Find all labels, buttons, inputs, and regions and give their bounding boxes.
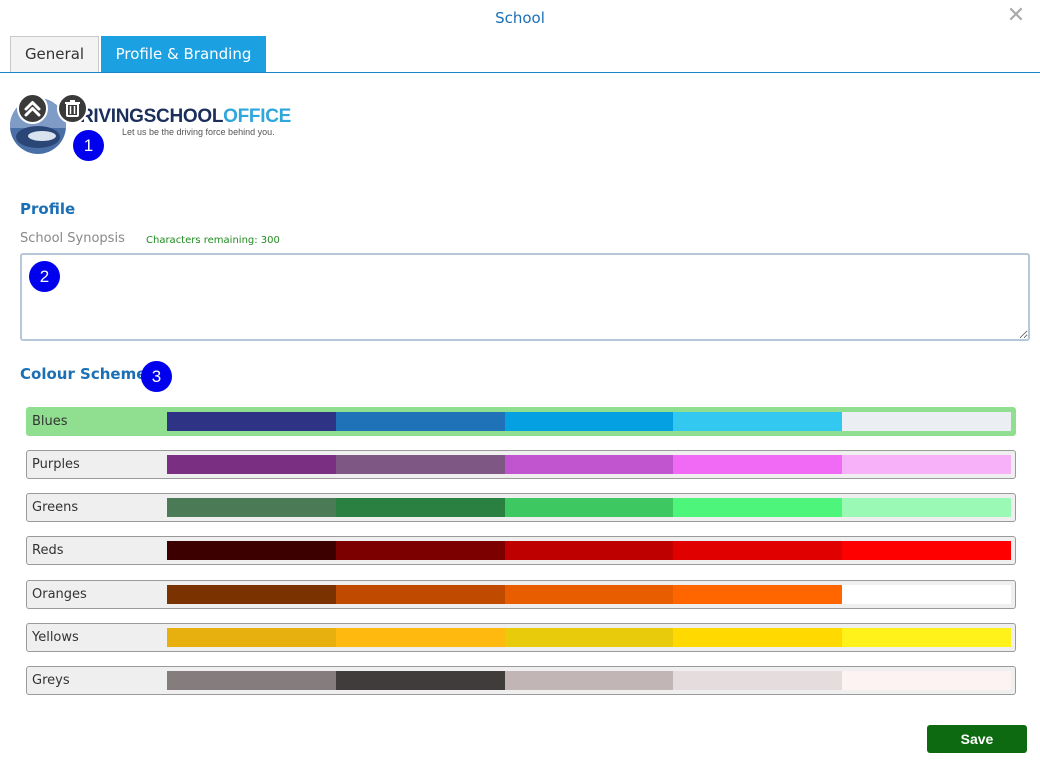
colour-swatch xyxy=(504,541,674,560)
colour-swatch xyxy=(335,455,505,474)
colour-scheme-oranges[interactable]: Oranges xyxy=(26,580,1016,609)
colour-scheme-name: Purples xyxy=(32,457,80,472)
delete-logo-button[interactable] xyxy=(57,93,88,124)
colour-swatch xyxy=(842,671,1011,690)
profile-section-title: Profile xyxy=(20,200,76,218)
colour-swatch-strip xyxy=(167,498,1011,517)
colour-scheme-greys[interactable]: Greys xyxy=(26,666,1016,695)
colour-swatch xyxy=(167,541,336,560)
colour-swatch xyxy=(673,628,843,647)
colour-scheme-name: Greys xyxy=(32,673,70,688)
colour-swatch xyxy=(673,455,843,474)
save-button[interactable]: Save xyxy=(927,725,1027,753)
colour-swatch xyxy=(504,412,674,431)
colour-swatch xyxy=(335,498,505,517)
colour-swatch-strip xyxy=(167,455,1011,474)
colour-swatch xyxy=(673,541,843,560)
tab-profile-branding[interactable]: Profile & Branding xyxy=(101,36,266,72)
chevron-up-icon xyxy=(24,101,41,117)
colour-swatch-strip xyxy=(167,412,1011,431)
colour-swatch xyxy=(673,585,843,604)
colour-scheme-name: Yellows xyxy=(32,630,79,645)
colour-swatch xyxy=(842,455,1011,474)
colour-swatch-strip xyxy=(167,541,1011,560)
colour-swatch xyxy=(504,498,674,517)
logo-wordmark: RIVINGSCHOOLOFFICE xyxy=(80,106,292,127)
colour-scheme-name: Blues xyxy=(32,414,68,429)
colour-swatch xyxy=(335,628,505,647)
colour-swatch xyxy=(167,412,336,431)
callout-badge-2: 2 xyxy=(29,261,60,292)
colour-scheme-name: Oranges xyxy=(32,587,87,602)
colour-swatch xyxy=(167,498,336,517)
move-up-button[interactable] xyxy=(17,93,48,124)
colour-swatch xyxy=(504,628,674,647)
tab-bar: General Profile & Branding xyxy=(0,36,1040,73)
callout-badge-3: 3 xyxy=(141,361,172,392)
colour-swatch-strip xyxy=(167,585,1011,604)
school-synopsis-input[interactable] xyxy=(20,253,1030,341)
logo-tagline: Let us be the driving force behind you. xyxy=(122,127,275,137)
colour-swatch xyxy=(842,628,1011,647)
colour-swatch xyxy=(335,541,505,560)
colour-swatch xyxy=(167,628,336,647)
colour-scheme-greens[interactable]: Greens xyxy=(26,493,1016,522)
colour-swatch xyxy=(842,412,1011,431)
colour-scheme-blues[interactable]: Blues xyxy=(26,407,1016,436)
colour-swatch xyxy=(673,671,843,690)
colour-swatch xyxy=(504,671,674,690)
colour-swatch xyxy=(335,412,505,431)
colour-swatch xyxy=(167,585,336,604)
colour-swatch xyxy=(167,455,336,474)
colour-swatch xyxy=(504,585,674,604)
trash-icon xyxy=(65,100,80,117)
colour-swatch xyxy=(673,498,843,517)
callout-badge-1: 1 xyxy=(73,130,104,161)
colour-swatch-strip xyxy=(167,671,1011,690)
colour-swatch xyxy=(673,412,843,431)
school-logo: RIVINGSCHOOLOFFICE Let us be the driving… xyxy=(10,92,292,154)
colour-schemes-title: Colour Schemes xyxy=(20,365,156,383)
colour-scheme-name: Reds xyxy=(32,543,64,558)
close-icon[interactable]: ✕ xyxy=(1006,5,1026,27)
colour-swatch xyxy=(842,585,1011,604)
tab-general[interactable]: General xyxy=(10,36,99,72)
colour-scheme-purples[interactable]: Purples xyxy=(26,450,1016,479)
colour-swatch xyxy=(842,541,1011,560)
colour-swatch xyxy=(335,585,505,604)
colour-scheme-name: Greens xyxy=(32,500,79,515)
school-synopsis-label: School Synopsis xyxy=(20,231,125,246)
colour-scheme-reds[interactable]: Reds xyxy=(26,536,1016,565)
dialog-title: School xyxy=(495,9,545,27)
colour-swatch-strip xyxy=(167,628,1011,647)
colour-swatch xyxy=(167,671,336,690)
characters-remaining: Characters remaining: 300 xyxy=(146,235,280,246)
colour-scheme-yellows[interactable]: Yellows xyxy=(26,623,1016,652)
colour-swatch xyxy=(504,455,674,474)
colour-swatch xyxy=(335,671,505,690)
colour-swatch xyxy=(842,498,1011,517)
